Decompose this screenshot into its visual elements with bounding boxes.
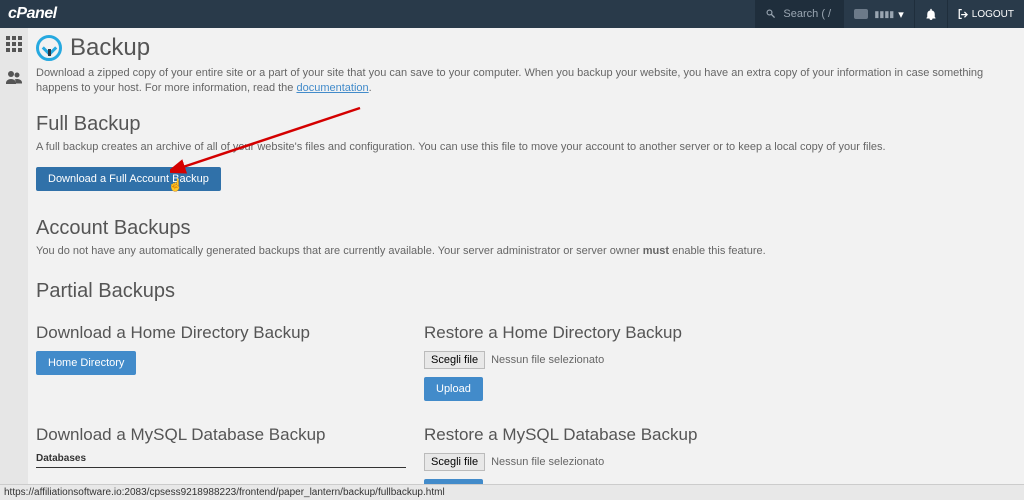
sidebar-item-users[interactable]: [6, 69, 22, 90]
page-title: Backup: [70, 34, 150, 62]
partial-backups-heading: Partial Backups: [36, 280, 1006, 303]
upload-home-button[interactable]: Upload: [424, 377, 483, 401]
backup-icon: [36, 35, 62, 61]
account-backups-desc: You do not have any automatically genera…: [36, 244, 1006, 259]
user-label: ▮▮▮▮: [874, 9, 894, 20]
sidebar-item-apps[interactable]: [6, 36, 22, 57]
choose-file-mysql[interactable]: Scegli file: [424, 453, 485, 471]
chevron-down-icon: ▾: [898, 8, 904, 21]
search-input[interactable]: [783, 8, 833, 20]
status-url: https://affiliationsoftware.io:2083/cpse…: [4, 487, 445, 498]
bell-icon: [925, 8, 937, 20]
restore-mysql-heading: Restore a MySQL Database Backup: [424, 425, 1006, 445]
grid-icon: [6, 36, 22, 52]
user-menu[interactable]: ▮▮▮▮ ▾: [843, 0, 913, 28]
users-icon: [6, 69, 22, 85]
search-box[interactable]: [755, 0, 843, 28]
documentation-link[interactable]: documentation: [296, 82, 368, 94]
avatar-icon: [854, 9, 868, 19]
file-status-home: Nessun file selezionato: [491, 354, 604, 366]
account-backups-heading: Account Backups: [36, 217, 1006, 240]
main-content: Backup Download a zipped copy of your en…: [30, 28, 1024, 500]
logout-button[interactable]: LOGOUT: [947, 0, 1024, 28]
notifications-button[interactable]: [914, 0, 947, 28]
full-backup-heading: Full Backup: [36, 113, 1006, 136]
status-bar: https://affiliationsoftware.io:2083/cpse…: [0, 484, 1024, 500]
databases-header: Databases: [36, 453, 406, 468]
logo[interactable]: cPanel: [0, 5, 57, 23]
download-mysql-heading: Download a MySQL Database Backup: [36, 425, 424, 445]
home-directory-button[interactable]: Home Directory: [36, 351, 136, 375]
search-icon: [765, 8, 777, 20]
full-backup-desc: A full backup creates an archive of all …: [36, 140, 1006, 155]
restore-home-heading: Restore a Home Directory Backup: [424, 323, 1006, 343]
sidebar: [0, 28, 28, 500]
download-full-backup-button[interactable]: Download a Full Account Backup: [36, 167, 221, 191]
topbar: cPanel ▮▮▮▮ ▾ LOGOUT: [0, 0, 1024, 28]
logout-icon: [958, 9, 968, 19]
download-home-heading: Download a Home Directory Backup: [36, 323, 424, 343]
choose-file-home[interactable]: Scegli file: [424, 351, 485, 369]
file-status-mysql: Nessun file selezionato: [491, 456, 604, 468]
intro-text: Download a zipped copy of your entire si…: [36, 66, 1006, 97]
